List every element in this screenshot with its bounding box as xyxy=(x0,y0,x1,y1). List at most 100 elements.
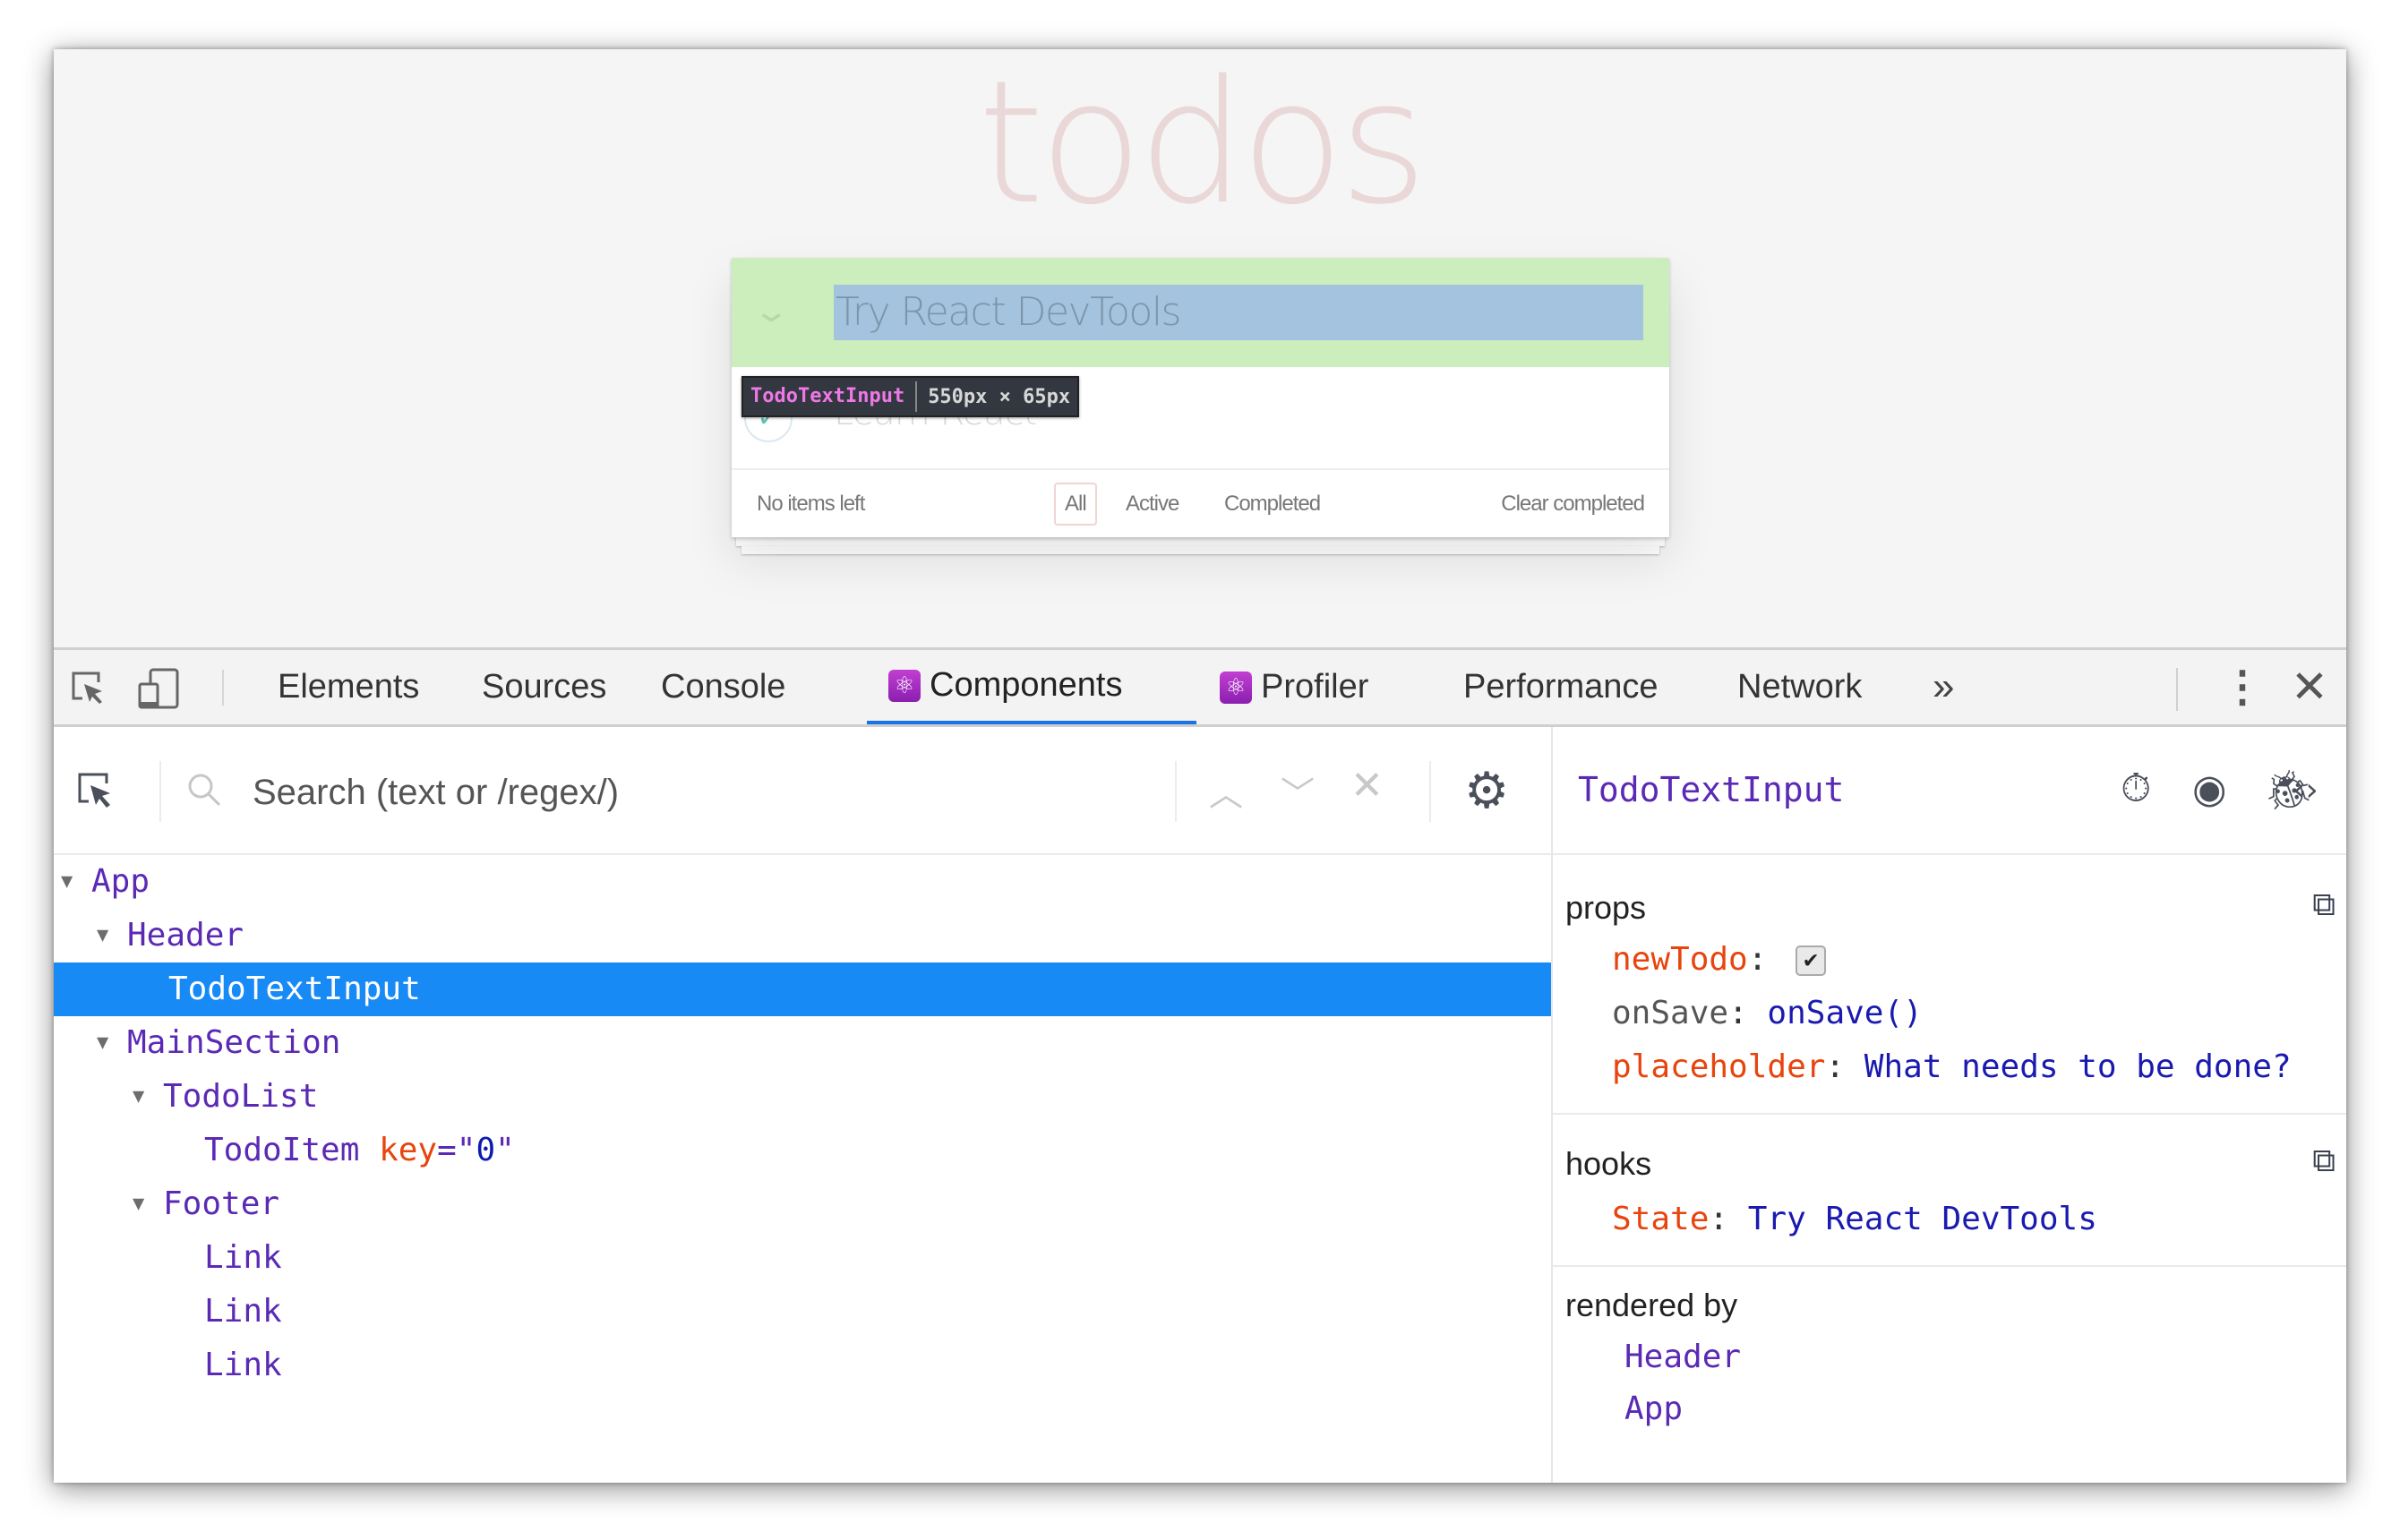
source-code-icon[interactable]: ‹› xyxy=(2293,772,2319,808)
close-devtools-icon[interactable]: ✕ xyxy=(2291,661,2328,713)
clear-search-icon[interactable]: ✕ xyxy=(1350,763,1384,808)
tab-components[interactable]: ⚛ Components xyxy=(867,650,1196,724)
tree-node-app[interactable]: ▼ App xyxy=(54,855,1551,909)
node-name: Link xyxy=(204,1347,282,1383)
expand-caret-icon[interactable]: ▼ xyxy=(97,909,127,962)
todomvc-page: todos ⌄ Try React DevTools ✓ Learn React… xyxy=(54,49,2346,647)
previous-result-icon[interactable]: ︿ xyxy=(1209,766,1243,816)
react-logo-icon: ⚛ xyxy=(1220,671,1252,704)
app-title: todos xyxy=(977,49,1428,242)
tab-label: Console xyxy=(661,668,786,706)
tree-node-footer[interactable]: ▼ Footer xyxy=(54,1177,1551,1231)
tab-label: Network xyxy=(1737,668,1863,706)
card-stack-edge xyxy=(736,537,1665,546)
prop-checkbox[interactable]: ✔ xyxy=(1796,945,1827,976)
items-left-count: No items left xyxy=(757,492,865,516)
expand-caret-icon[interactable]: ▼ xyxy=(97,1016,127,1070)
tab-network[interactable]: Network xyxy=(1716,650,1883,724)
tree-node-link[interactable]: Link xyxy=(54,1285,1551,1339)
filter-completed-link[interactable]: Completed xyxy=(1224,492,1321,517)
hook-value[interactable]: Try React DevTools xyxy=(1748,1201,2097,1237)
chevron-down-icon[interactable]: ⌄ xyxy=(752,294,791,329)
key-attribute-label: key xyxy=(379,1132,438,1168)
prop-key: placeholder xyxy=(1612,1048,1826,1085)
prop-row: onSave: onSave() xyxy=(1612,995,1923,1031)
new-todo-input[interactable]: Try React DevTools xyxy=(834,285,1643,340)
tab-label: Performance xyxy=(1463,668,1659,706)
inspect-element-icon[interactable] xyxy=(66,666,111,711)
toolbar-divider xyxy=(2176,668,2178,711)
node-name: TodoTextInput xyxy=(168,971,421,1007)
tree-node-link[interactable]: Link xyxy=(54,1339,1551,1392)
prop-row: newTodo: ✔ xyxy=(1612,941,1827,978)
node-name: TodoItem xyxy=(204,1132,360,1168)
tooltip-component-name: TodoTextInput xyxy=(743,381,918,412)
tree-node-header[interactable]: ▼ Header xyxy=(54,909,1551,962)
browser-window: todos ⌄ Try React DevTools ✓ Learn React… xyxy=(54,49,2346,1483)
tree-node-mainsection[interactable]: ▼ MainSection xyxy=(54,1016,1551,1070)
tree-node-todotextinput[interactable]: TodoTextInput xyxy=(54,962,1551,1016)
more-tabs-button[interactable]: » xyxy=(1933,664,1954,709)
tab-label: Profiler xyxy=(1261,668,1369,706)
device-toggle-icon[interactable] xyxy=(136,666,181,711)
tooltip-dimensions: 550px × 65px xyxy=(928,385,1071,408)
tree-search-bar: ︿ ﹀ ✕ ⚙ xyxy=(54,727,1551,855)
node-name: Header xyxy=(127,917,244,954)
clear-completed-button[interactable]: Clear completed xyxy=(1501,492,1645,517)
expand-caret-icon[interactable]: ▼ xyxy=(133,1177,163,1231)
key-attribute-value: 0 xyxy=(476,1132,496,1168)
prop-value[interactable]: What needs to be done? xyxy=(1864,1048,2292,1085)
eye-icon[interactable]: ◉ xyxy=(2192,766,2226,812)
settings-gear-icon[interactable]: ⚙ xyxy=(1464,761,1509,820)
tree-node-todoitem[interactable]: TodoItem key="0" xyxy=(54,1124,1551,1177)
filter-active-link[interactable]: Active xyxy=(1126,492,1179,517)
search-divider xyxy=(159,761,161,822)
highlight-tooltip: TodoTextInput 550px × 65px xyxy=(741,376,1080,417)
search-icon xyxy=(183,768,227,813)
component-search-input[interactable] xyxy=(251,763,1186,822)
tab-performance[interactable]: Performance xyxy=(1442,650,1680,724)
search-divider xyxy=(1429,761,1431,822)
tab-elements[interactable]: Elements xyxy=(256,650,441,724)
colon: : xyxy=(1728,995,1748,1031)
expand-caret-icon[interactable]: ▼ xyxy=(61,855,91,909)
devtools-panel: Elements Sources Console ⚛ Components ⚛ … xyxy=(54,647,2346,1483)
hook-key: State xyxy=(1612,1201,1710,1237)
hook-row: State: Try React DevTools xyxy=(1612,1201,2097,1237)
card-stack-edge xyxy=(741,546,1659,554)
tree-node-todolist[interactable]: ▼ TodoList xyxy=(54,1070,1551,1124)
node-name: Link xyxy=(204,1239,282,1276)
tab-label: Components xyxy=(930,666,1123,704)
node-name: MainSection xyxy=(127,1024,341,1061)
hooks-title: hooks xyxy=(1565,1145,1652,1182)
copy-to-clipboard-icon[interactable]: ⧉ xyxy=(2312,886,2336,924)
prop-key: onSave xyxy=(1612,995,1729,1031)
props-title: props xyxy=(1565,889,1647,926)
search-divider xyxy=(1175,761,1177,822)
key-equals: =" xyxy=(437,1132,476,1168)
hooks-section: hooks ⧉ State: Try React DevTools xyxy=(1553,1115,2346,1267)
owner-link-app[interactable]: App xyxy=(1624,1390,1683,1427)
copy-to-clipboard-icon[interactable]: ⧉ xyxy=(2312,1142,2336,1180)
node-name: Link xyxy=(204,1293,282,1330)
components-tree-pane: ︿ ﹀ ✕ ⚙ ▼App ▼Header TodoTextInput ▼Main… xyxy=(54,727,1553,1483)
tab-profiler[interactable]: ⚛ Profiler xyxy=(1198,650,1390,724)
owner-link-header[interactable]: Header xyxy=(1624,1339,1741,1375)
prop-value[interactable]: onSave() xyxy=(1767,995,1922,1031)
prop-row: placeholder: What needs to be done? xyxy=(1612,1048,2292,1085)
colon: : xyxy=(1825,1048,1846,1085)
stopwatch-icon[interactable]: ⏱ xyxy=(2121,766,2151,811)
select-element-icon[interactable] xyxy=(73,768,118,813)
devtools-menu-icon[interactable]: ⋮ xyxy=(2221,663,2264,713)
tab-sources[interactable]: Sources xyxy=(460,650,628,724)
expand-caret-icon[interactable]: ▼ xyxy=(133,1070,163,1124)
node-name: Footer xyxy=(163,1185,280,1222)
tree-node-link[interactable]: Link xyxy=(54,1231,1551,1285)
todo-footer: No items left All Active Completed Clear… xyxy=(732,470,1669,537)
component-inspector-pane: TodoTextInput ⏱ ◉ 🐞︎ ‹› props ⧉ newTodo:… xyxy=(1553,727,2346,1483)
next-result-icon[interactable]: ﹀ xyxy=(1281,766,1315,816)
tab-console[interactable]: Console xyxy=(639,650,807,724)
filter-all-link[interactable]: All xyxy=(1054,483,1097,526)
devtools-tabbar: Elements Sources Console ⚛ Components ⚛ … xyxy=(54,647,2346,727)
inspector-header: TodoTextInput ⏱ ◉ 🐞︎ ‹› xyxy=(1553,727,2346,855)
